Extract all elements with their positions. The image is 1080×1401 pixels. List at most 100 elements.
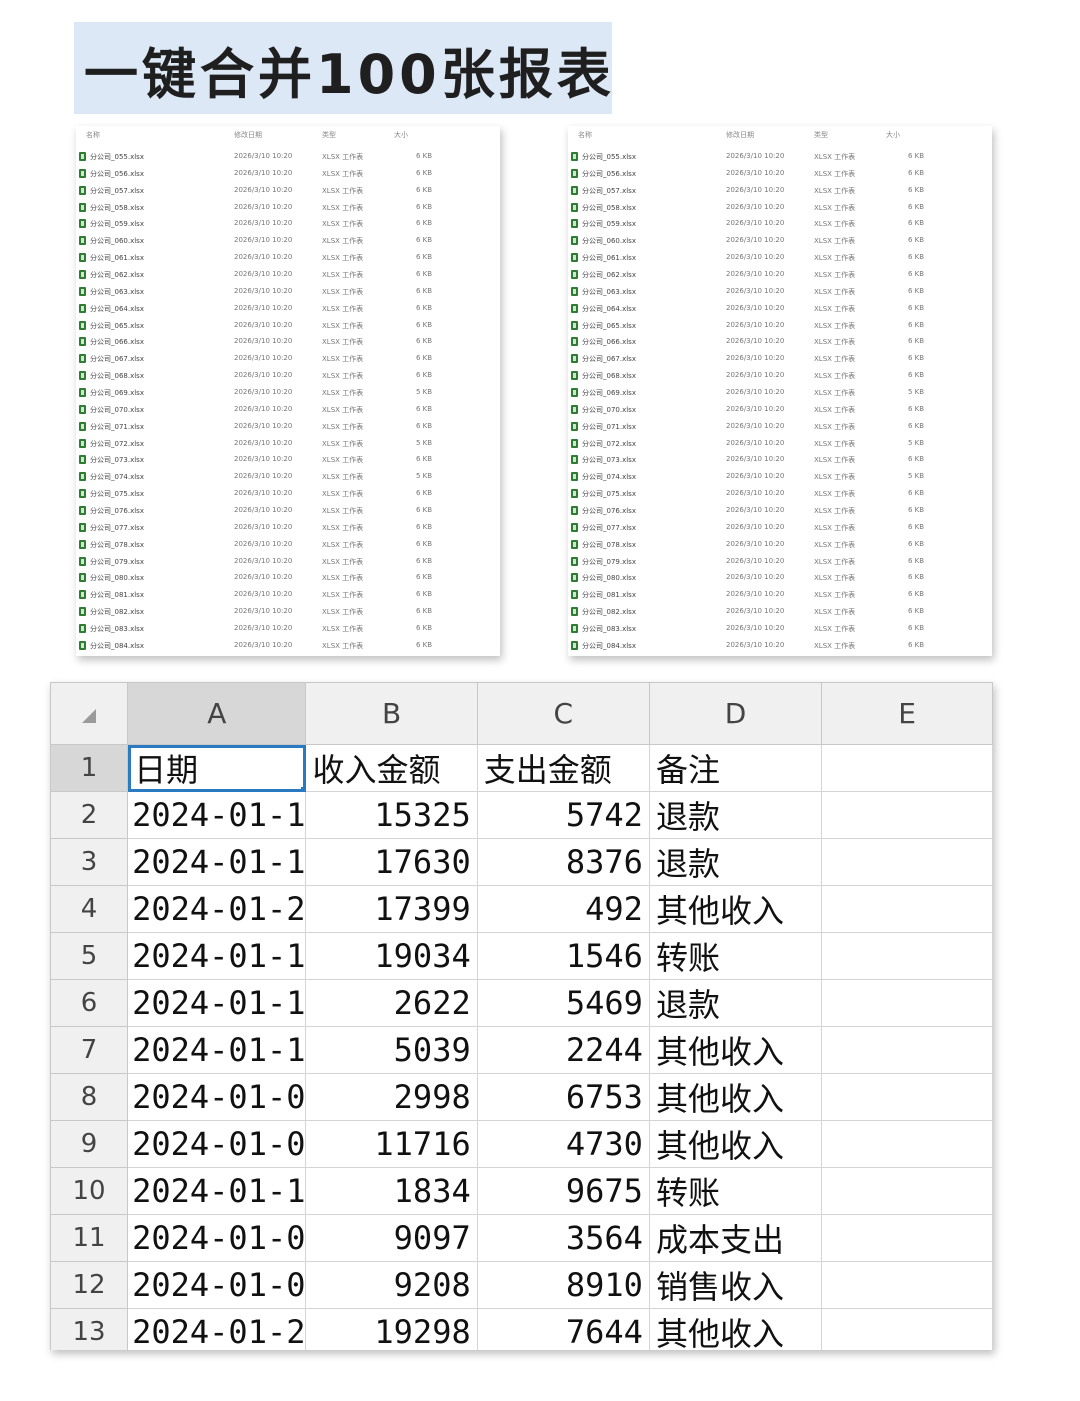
file-row[interactable]: 分公司_077.xlsx 2026/3/10 10:20 XLSX 工作表 6 KB xyxy=(568,519,992,536)
file-row[interactable]: 分公司_057.xlsx 2026/3/10 10:20 XLSX 工作表 6 KB xyxy=(76,182,500,199)
file-row[interactable]: 分公司_081.xlsx 2026/3/10 10:20 XLSX 工作表 6 KB xyxy=(76,586,500,603)
file-row[interactable]: 分公司_073.xlsx 2026/3/10 10:20 XLSX 工作表 6 KB xyxy=(568,451,992,468)
cell[interactable]: 支出金额 xyxy=(476,744,650,792)
file-row[interactable]: 分公司_056.xlsx 2026/3/10 10:20 XLSX 工作表 6 KB xyxy=(76,165,500,182)
file-row[interactable]: 分公司_065.xlsx 2026/3/10 10:20 XLSX 工作表 6 KB xyxy=(568,317,992,334)
file-row[interactable]: 分公司_063.xlsx 2026/3/10 10:20 XLSX 工作表 6 KB xyxy=(76,283,500,300)
cell[interactable] xyxy=(821,838,993,886)
cell[interactable]: 备注 xyxy=(648,744,823,792)
file-row[interactable]: 分公司_055.xlsx 2026/3/10 10:20 XLSX 工作表 6 KB xyxy=(76,148,500,165)
cell[interactable]: 1546 xyxy=(476,932,650,980)
file-row[interactable]: 分公司_073.xlsx 2026/3/10 10:20 XLSX 工作表 6 KB xyxy=(76,451,500,468)
header-type[interactable]: 类型 xyxy=(322,130,336,140)
file-row[interactable]: 分公司_067.xlsx 2026/3/10 10:20 XLSX 工作表 6 KB xyxy=(568,350,992,367)
file-row[interactable]: 分公司_072.xlsx 2026/3/10 10:20 XLSX 工作表 5 KB xyxy=(568,435,992,452)
cell[interactable] xyxy=(821,979,993,1027)
row-header[interactable]: 4 xyxy=(50,885,129,933)
file-row[interactable]: 分公司_069.xlsx 2026/3/10 10:20 XLSX 工作表 5 KB xyxy=(76,384,500,401)
file-row[interactable]: 分公司_064.xlsx 2026/3/10 10:20 XLSX 工作表 6 KB xyxy=(76,300,500,317)
cell[interactable]: 19298 xyxy=(305,1308,478,1350)
row-header[interactable]: 9 xyxy=(50,1120,129,1168)
file-row[interactable]: 分公司_063.xlsx 2026/3/10 10:20 XLSX 工作表 6 KB xyxy=(568,283,992,300)
header-name[interactable]: 名称 xyxy=(578,130,592,140)
cell[interactable]: 5469 xyxy=(476,979,650,1027)
file-row[interactable]: 分公司_060.xlsx 2026/3/10 10:20 XLSX 工作表 6 KB xyxy=(568,232,992,249)
cell[interactable]: 2244 xyxy=(476,1026,650,1074)
cell[interactable]: 2024-01-1 xyxy=(127,932,307,980)
row-header[interactable]: 12 xyxy=(50,1261,129,1309)
cell[interactable]: 11716 xyxy=(305,1120,478,1168)
file-row[interactable]: 分公司_080.xlsx 2026/3/10 10:20 XLSX 工作表 6 KB xyxy=(568,569,992,586)
cell[interactable]: 销售收入 xyxy=(648,1261,823,1309)
cell[interactable]: 19034 xyxy=(305,932,478,980)
row-header[interactable]: 6 xyxy=(50,979,129,1027)
cell[interactable]: 4730 xyxy=(476,1120,650,1168)
file-row[interactable]: 分公司_069.xlsx 2026/3/10 10:20 XLSX 工作表 5 KB xyxy=(568,384,992,401)
cell[interactable]: 转账 xyxy=(648,932,823,980)
row-header[interactable]: 13 xyxy=(50,1308,129,1350)
cell[interactable]: 其他收入 xyxy=(648,1073,823,1121)
file-row[interactable]: 分公司_075.xlsx 2026/3/10 10:20 XLSX 工作表 6 KB xyxy=(76,485,500,502)
file-row[interactable]: 分公司_060.xlsx 2026/3/10 10:20 XLSX 工作表 6 KB xyxy=(76,232,500,249)
cell[interactable]: 9097 xyxy=(305,1214,478,1262)
cell[interactable]: 2024-01-0 xyxy=(127,1261,307,1309)
cell[interactable] xyxy=(821,1167,993,1215)
cell[interactable]: 9208 xyxy=(305,1261,478,1309)
file-row[interactable]: 分公司_062.xlsx 2026/3/10 10:20 XLSX 工作表 6 KB xyxy=(76,266,500,283)
cell[interactable]: 2024-01-1 xyxy=(127,979,307,1027)
row-header[interactable]: 1 xyxy=(50,744,129,792)
file-row[interactable]: 分公司_082.xlsx 2026/3/10 10:20 XLSX 工作表 6 KB xyxy=(568,603,992,620)
cell[interactable]: 日期 xyxy=(127,744,307,792)
file-row[interactable]: 分公司_076.xlsx 2026/3/10 10:20 XLSX 工作表 6 KB xyxy=(76,502,500,519)
cell[interactable]: 转账 xyxy=(648,1167,823,1215)
file-row[interactable]: 分公司_076.xlsx 2026/3/10 10:20 XLSX 工作表 6 KB xyxy=(568,502,992,519)
row-header[interactable]: 11 xyxy=(50,1214,129,1262)
header-date[interactable]: 修改日期 xyxy=(726,130,754,140)
row-header[interactable]: 7 xyxy=(50,1026,129,1074)
file-row[interactable]: 分公司_083.xlsx 2026/3/10 10:20 XLSX 工作表 6 KB xyxy=(568,620,992,637)
cell[interactable]: 其他收入 xyxy=(648,1120,823,1168)
cell[interactable]: 2024-01-1 xyxy=(127,1167,307,1215)
row-header[interactable]: 2 xyxy=(50,791,129,839)
cell[interactable]: 492 xyxy=(476,885,650,933)
cell[interactable]: 2024-01-1 xyxy=(127,838,307,886)
file-row[interactable]: 分公司_078.xlsx 2026/3/10 10:20 XLSX 工作表 6 KB xyxy=(568,536,992,553)
cell[interactable] xyxy=(821,1308,993,1350)
file-row[interactable]: 分公司_065.xlsx 2026/3/10 10:20 XLSX 工作表 6 KB xyxy=(76,317,500,334)
cell[interactable] xyxy=(821,1120,993,1168)
file-row[interactable]: 分公司_084.xlsx 2026/3/10 10:20 XLSX 工作表 6 KB xyxy=(568,637,992,654)
cell[interactable]: 2024-01-2 xyxy=(127,1308,307,1350)
column-header-c[interactable]: C xyxy=(476,682,650,745)
cell[interactable]: 收入金额 xyxy=(305,744,478,792)
cell[interactable]: 2622 xyxy=(305,979,478,1027)
cell[interactable]: 6753 xyxy=(476,1073,650,1121)
cell[interactable]: 2024-01-0 xyxy=(127,1214,307,1262)
file-row[interactable]: 分公司_075.xlsx 2026/3/10 10:20 XLSX 工作表 6 KB xyxy=(568,485,992,502)
file-row[interactable]: 分公司_058.xlsx 2026/3/10 10:20 XLSX 工作表 6 KB xyxy=(568,199,992,216)
row-header[interactable]: 3 xyxy=(50,838,129,886)
row-header[interactable]: 5 xyxy=(50,932,129,980)
cell[interactable] xyxy=(821,1214,993,1262)
file-row[interactable]: 分公司_079.xlsx 2026/3/10 10:20 XLSX 工作表 6 KB xyxy=(76,553,500,570)
cell[interactable]: 17399 xyxy=(305,885,478,933)
cell[interactable] xyxy=(821,932,993,980)
cell[interactable]: 2024-01-1 xyxy=(127,1026,307,1074)
file-row[interactable]: 分公司_074.xlsx 2026/3/10 10:20 XLSX 工作表 5 KB xyxy=(568,468,992,485)
file-row[interactable]: 分公司_061.xlsx 2026/3/10 10:20 XLSX 工作表 6 KB xyxy=(76,249,500,266)
cell[interactable]: 2024-01-0 xyxy=(127,1073,307,1121)
file-row[interactable]: 分公司_058.xlsx 2026/3/10 10:20 XLSX 工作表 6 KB xyxy=(76,199,500,216)
cell[interactable]: 9675 xyxy=(476,1167,650,1215)
file-row[interactable]: 分公司_071.xlsx 2026/3/10 10:20 XLSX 工作表 6 KB xyxy=(76,418,500,435)
file-row[interactable]: 分公司_066.xlsx 2026/3/10 10:20 XLSX 工作表 6 KB xyxy=(76,333,500,350)
cell[interactable] xyxy=(821,1261,993,1309)
header-size[interactable]: 大小 xyxy=(394,130,408,140)
file-row[interactable]: 分公司_083.xlsx 2026/3/10 10:20 XLSX 工作表 6 KB xyxy=(76,620,500,637)
cell[interactable] xyxy=(821,1073,993,1121)
header-size[interactable]: 大小 xyxy=(886,130,900,140)
file-row[interactable]: 分公司_071.xlsx 2026/3/10 10:20 XLSX 工作表 6 KB xyxy=(568,418,992,435)
file-row[interactable]: 分公司_078.xlsx 2026/3/10 10:20 XLSX 工作表 6 KB xyxy=(76,536,500,553)
column-header-b[interactable]: B xyxy=(305,682,478,745)
file-row[interactable]: 分公司_079.xlsx 2026/3/10 10:20 XLSX 工作表 6 KB xyxy=(568,553,992,570)
header-type[interactable]: 类型 xyxy=(814,130,828,140)
cell[interactable]: 成本支出 xyxy=(648,1214,823,1262)
